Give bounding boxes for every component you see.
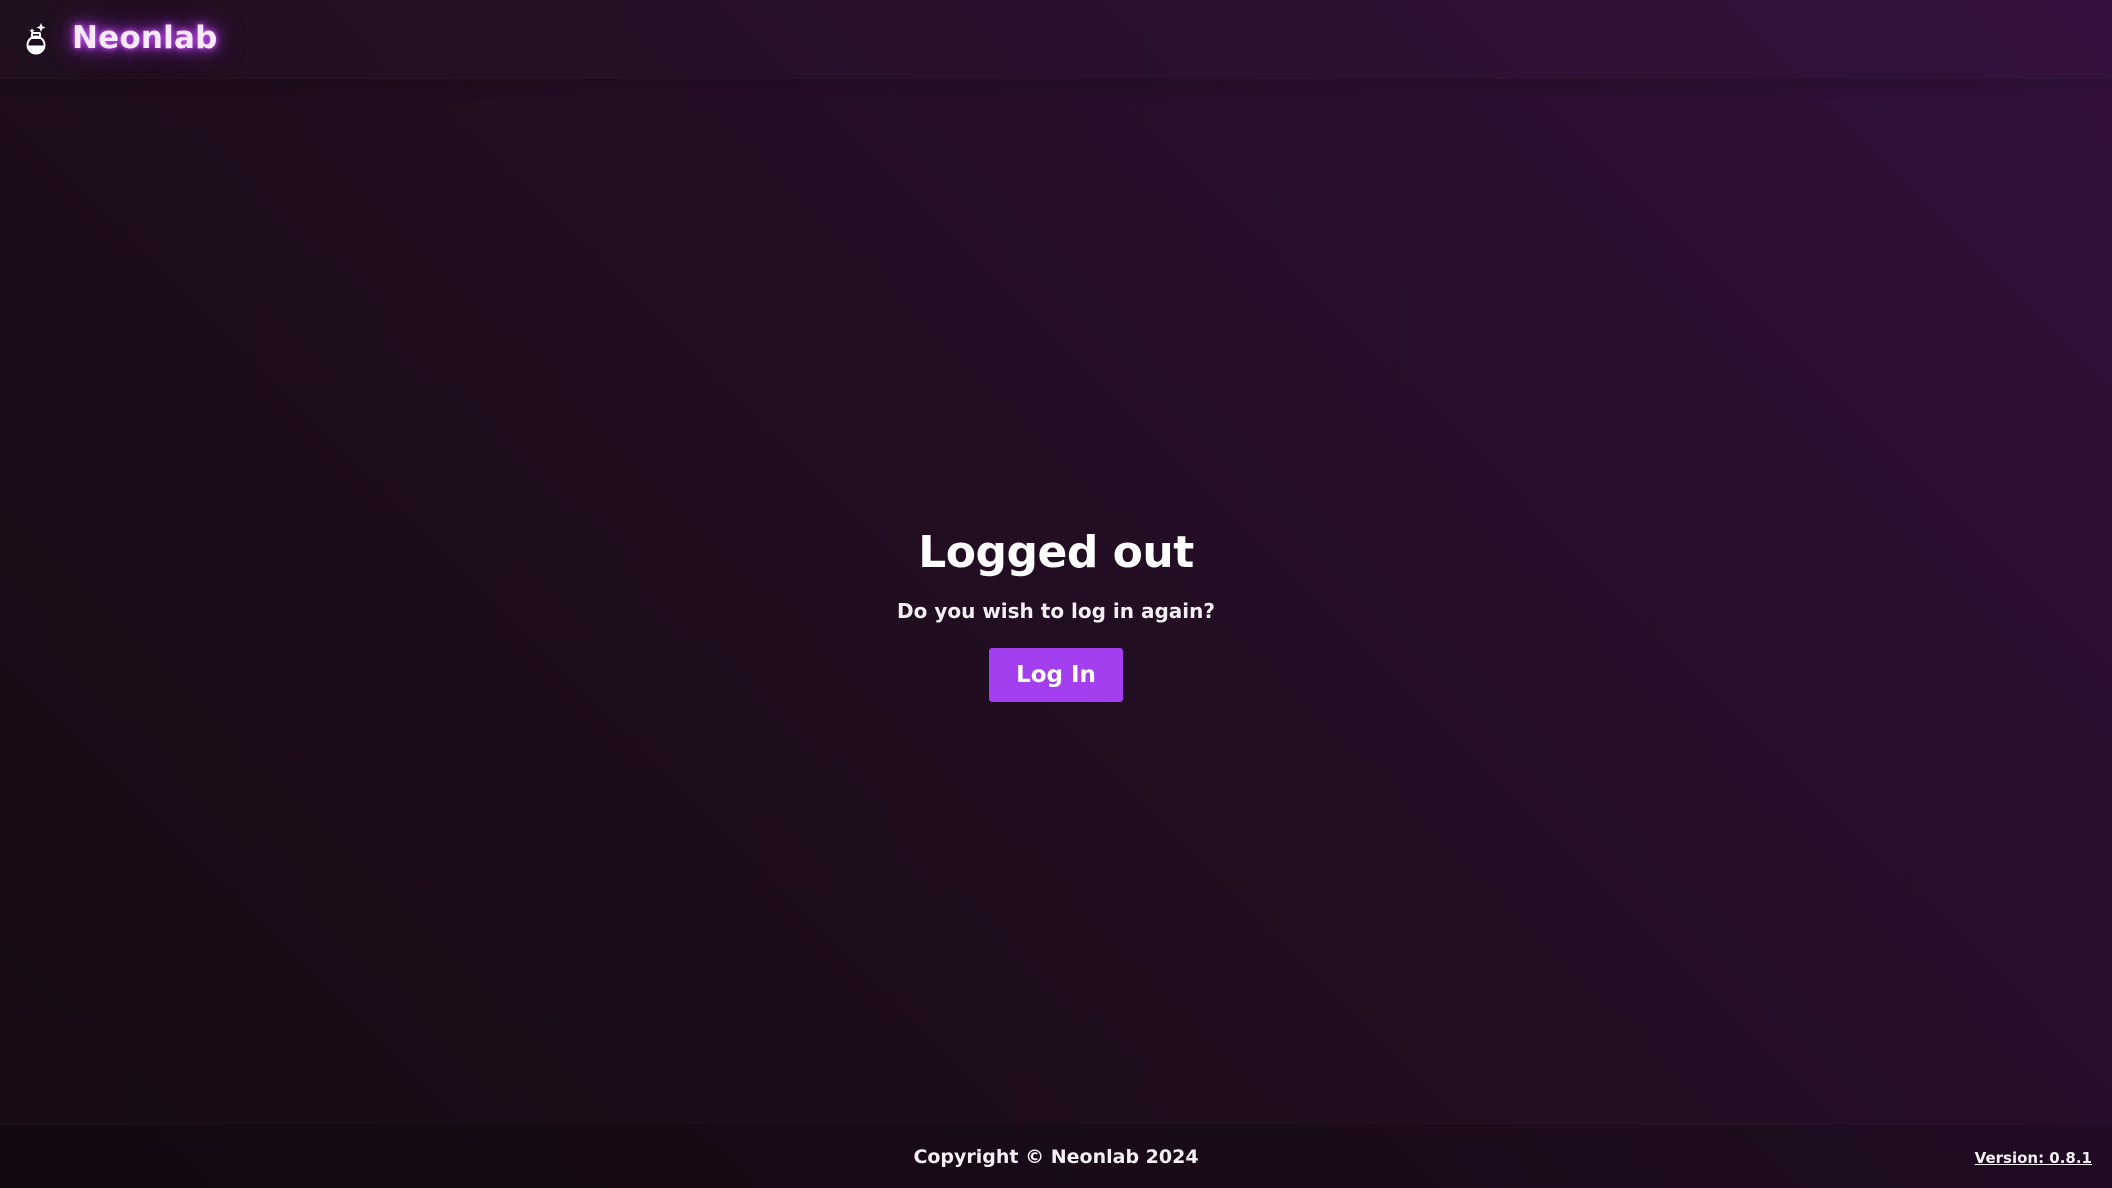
- page-subtitle: Do you wish to log in again?: [897, 599, 1215, 623]
- top-bar: Neonlab: [0, 0, 2112, 78]
- version-link[interactable]: Version: 0.8.1: [1975, 1147, 2092, 1169]
- logout-panel: Logged out Do you wish to log in again? …: [0, 520, 2112, 702]
- footer: Copyright © Neonlab 2024 Version: 0.8.1: [0, 1124, 2112, 1188]
- copyright-text: Copyright © Neonlab 2024: [913, 1146, 1199, 1168]
- flask-sparkle-icon: [22, 20, 52, 56]
- brand-name: Neonlab: [72, 20, 218, 56]
- login-button[interactable]: Log In: [989, 648, 1123, 702]
- brand[interactable]: Neonlab: [22, 18, 217, 58]
- page-title: Logged out: [918, 527, 1194, 578]
